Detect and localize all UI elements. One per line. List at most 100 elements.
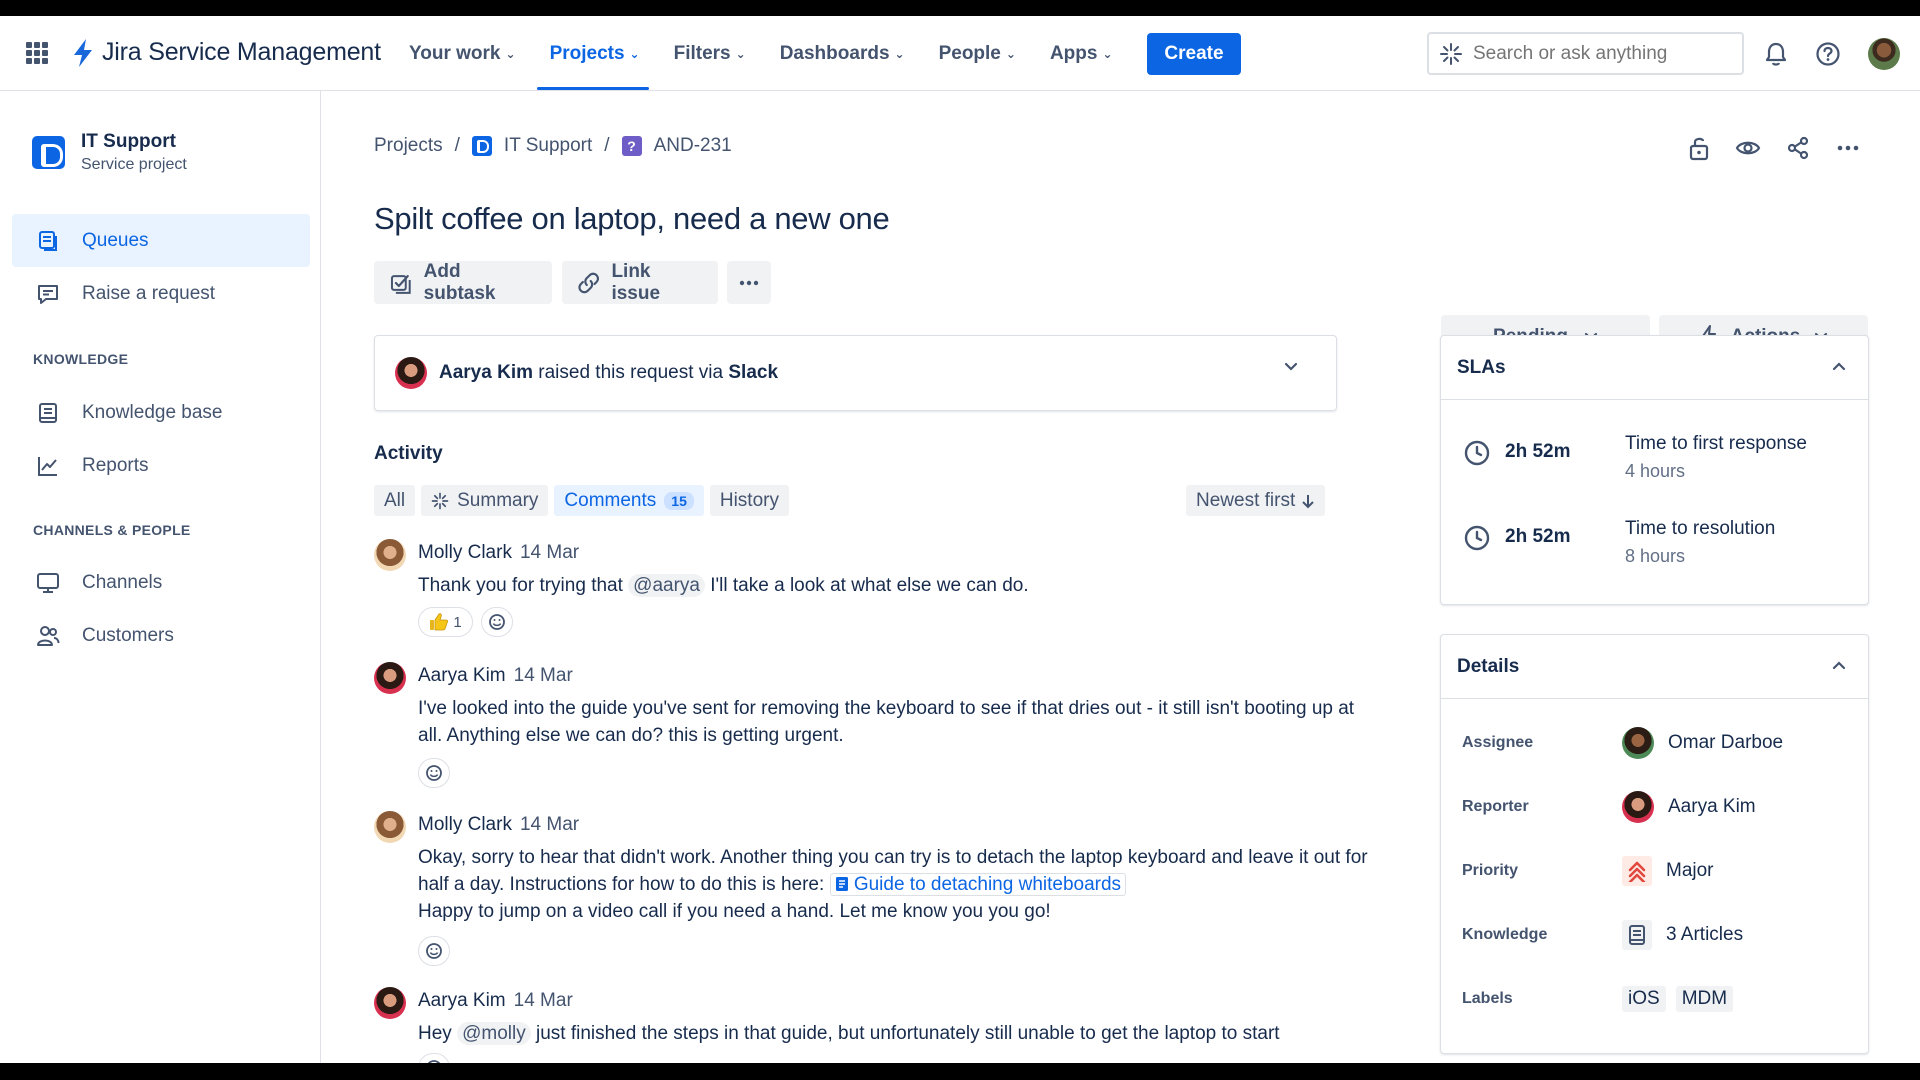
sidebar-item-reports[interactable]: Reports xyxy=(12,439,310,492)
detail-priority: Priority Major xyxy=(1462,853,1852,889)
primary-nav: Your work ⌄ Projects ⌄ Filters ⌄ Dashboards… xyxy=(392,16,1130,91)
labels-field[interactable]: iOS MDM xyxy=(1622,986,1734,1012)
project-header[interactable]: IT Support Service project xyxy=(32,131,187,174)
issue-type-question-icon: ? xyxy=(621,136,642,156)
user-mention[interactable]: @aarya xyxy=(628,574,705,597)
priority-field[interactable]: Major xyxy=(1622,856,1714,886)
comment-date: 14 Mar xyxy=(513,990,573,1011)
search-input[interactable] xyxy=(1473,42,1713,65)
sidebar-item-label: Queues xyxy=(82,229,149,251)
thumbs-up-reaction[interactable]: 1 xyxy=(418,607,473,637)
chevron-down-icon: ⌄ xyxy=(894,46,905,61)
watch-eye-icon[interactable] xyxy=(1735,135,1761,161)
label-tag[interactable]: MDM xyxy=(1675,986,1734,1012)
breadcrumb-issue-key[interactable]: AND-231 xyxy=(654,135,732,157)
lock-icon[interactable] xyxy=(1687,135,1711,161)
comment-author[interactable]: Aarya Kim xyxy=(418,990,506,1011)
button-label: Add subtask xyxy=(423,260,496,304)
chevron-down-icon[interactable] xyxy=(1284,362,1298,372)
breadcrumb-projects[interactable]: Projects xyxy=(374,135,443,157)
chevron-down-icon: ⌄ xyxy=(1102,46,1113,61)
tab-all[interactable]: All xyxy=(374,485,416,516)
detail-labels: Labels iOS MDM xyxy=(1462,981,1852,1017)
search-box[interactable] xyxy=(1427,32,1744,75)
sidebar-item-channels[interactable]: Channels xyxy=(12,556,310,609)
panel-title: SLAs xyxy=(1457,356,1506,378)
tab-comments[interactable]: Comments 15 xyxy=(554,485,704,516)
comment-author[interactable]: Aarya Kim xyxy=(418,665,506,686)
sidebar-item-customers[interactable]: Customers xyxy=(12,609,310,662)
knowledge-article-link[interactable]: Guide to detaching whiteboards xyxy=(829,873,1127,896)
link-issue-button[interactable]: Link issue xyxy=(562,261,718,304)
avatar xyxy=(374,539,406,571)
chart-icon xyxy=(38,456,57,476)
product-logo[interactable]: Jira Service Management xyxy=(72,38,381,67)
sort-order-button[interactable]: Newest first xyxy=(1186,485,1326,516)
notifications-bell-icon[interactable] xyxy=(1762,40,1790,68)
reactions xyxy=(418,758,450,788)
channels-section-heading: CHANNELS & PEOPLE xyxy=(33,522,191,538)
user-mention[interactable]: @molly xyxy=(457,1022,531,1045)
add-reaction-button[interactable] xyxy=(418,936,450,966)
app-switcher-icon[interactable] xyxy=(26,42,48,64)
comment-date: 14 Mar xyxy=(513,665,573,686)
tab-label: Summary xyxy=(457,489,539,511)
project-sidebar: IT Support Service project Queues Raise … xyxy=(0,91,321,1063)
reporter-field[interactable]: Aarya Kim xyxy=(1622,791,1756,823)
smiley-icon xyxy=(489,614,505,630)
create-button[interactable]: Create xyxy=(1147,33,1241,75)
tab-history[interactable]: History xyxy=(709,485,789,516)
add-subtask-button[interactable]: Add subtask xyxy=(374,261,552,304)
nav-projects[interactable]: Projects ⌄ xyxy=(533,16,657,91)
project-icon xyxy=(471,136,492,156)
knowledge-field[interactable]: 3 Articles xyxy=(1622,920,1743,950)
tab-label: Comments xyxy=(564,489,657,511)
more-options-icon xyxy=(739,280,759,285)
share-icon[interactable] xyxy=(1785,135,1811,161)
detail-assignee: Assignee Omar Darboe xyxy=(1462,725,1852,761)
nav-dashboards[interactable]: Dashboards ⌄ xyxy=(763,16,922,91)
more-actions-button[interactable] xyxy=(727,261,771,304)
sla-remaining-time: 2h 52m xyxy=(1505,526,1571,547)
sidebar-item-raise-request[interactable]: Raise a request xyxy=(12,267,310,320)
activity-tabs: All Summary Comments 15 History xyxy=(374,485,789,516)
chevron-up-icon[interactable] xyxy=(1832,660,1846,670)
project-type: Service project xyxy=(81,156,187,173)
nav-people[interactable]: People ⌄ xyxy=(922,16,1033,91)
detail-label: Priority xyxy=(1462,862,1519,879)
label-tag[interactable]: iOS xyxy=(1622,986,1666,1012)
issue-title[interactable]: Spilt coffee on laptop, need a new one xyxy=(374,201,890,237)
more-options-icon[interactable] xyxy=(1835,135,1861,161)
add-reaction-button[interactable] xyxy=(481,607,513,637)
comment-text: just finished the steps in that guide, b… xyxy=(530,1023,1280,1044)
slas-panel-header[interactable]: SLAs xyxy=(1441,336,1868,400)
comment-author[interactable]: Molly Clark xyxy=(418,542,512,563)
book-icon xyxy=(39,402,57,423)
detail-label: Knowledge xyxy=(1462,926,1548,943)
tab-summary[interactable]: Summary xyxy=(421,485,549,516)
tab-label: History xyxy=(719,489,779,511)
sidebar-item-queues[interactable]: Queues xyxy=(12,214,310,267)
breadcrumb-project[interactable]: IT Support xyxy=(504,135,592,157)
chevron-up-icon[interactable] xyxy=(1832,361,1846,371)
user-avatar[interactable] xyxy=(1868,38,1900,70)
nav-your-work[interactable]: Your work ⌄ xyxy=(392,16,533,91)
nav-apps[interactable]: Apps ⌄ xyxy=(1033,16,1130,91)
assignee-field[interactable]: Omar Darboe xyxy=(1622,727,1783,759)
top-navigation: Jira Service Management Your work ⌄ Proje… xyxy=(0,16,1920,91)
comment-body: I've looked into the guide you've sent f… xyxy=(418,698,1355,746)
sla-goal: 8 hours xyxy=(1625,546,1686,566)
help-icon[interactable] xyxy=(1814,40,1842,68)
avatar xyxy=(395,357,427,389)
nav-filters[interactable]: Filters ⌄ xyxy=(657,16,763,91)
sidebar-item-knowledge-base[interactable]: Knowledge base xyxy=(12,386,310,439)
details-panel-header[interactable]: Details xyxy=(1441,635,1868,699)
add-reaction-button[interactable] xyxy=(418,758,450,788)
request-origin-panel[interactable]: Aarya Kim raised this request via Slack xyxy=(374,335,1337,411)
add-reaction-button[interactable] xyxy=(418,1053,450,1063)
comment-date: 14 Mar xyxy=(519,814,580,835)
comment-author[interactable]: Molly Clark xyxy=(418,814,512,835)
comments-count-badge: 15 xyxy=(664,491,694,510)
sort-label: Newest first xyxy=(1196,489,1296,511)
detail-knowledge: Knowledge 3 Articles xyxy=(1462,917,1852,953)
